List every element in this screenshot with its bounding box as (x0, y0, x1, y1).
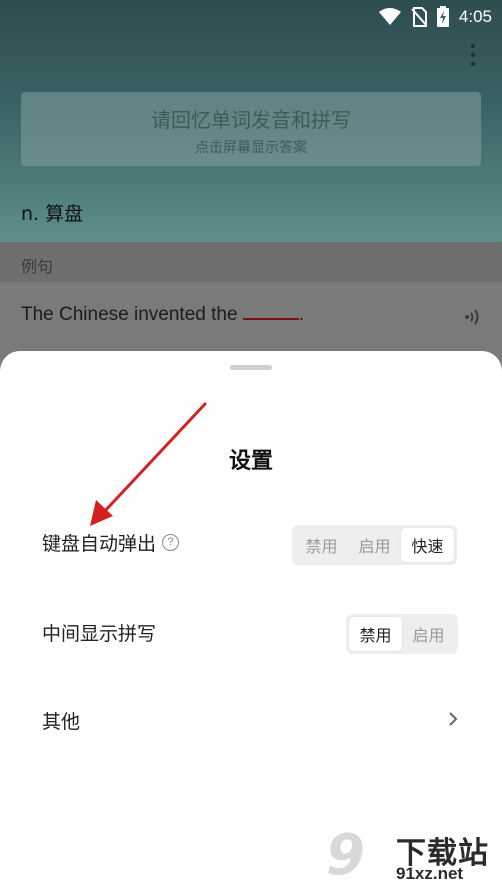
sentence-suffix: . (298, 304, 305, 325)
example-sentence: The Chinese invented the . (21, 304, 304, 326)
other-label: 其他 (42, 711, 81, 733)
sheet-title: 设置 (228, 449, 273, 474)
show-spelling-label: 中间显示拼写 (42, 623, 157, 645)
watermark-logo: 9 下载站 91xz.net (326, 826, 496, 888)
section-label-example: 例句 (21, 257, 54, 276)
setting-label-keyboard-popup: 键盘自动弹出 ? (42, 529, 180, 556)
prompt-subtitle: 点击屏幕显示答案 (195, 140, 307, 156)
help-icon[interactable]: ? (162, 534, 180, 551)
sentence-prefix: The Chinese invented the (21, 304, 238, 325)
more-vert-icon[interactable] (470, 44, 476, 70)
sentence-blank (242, 304, 299, 320)
status-bar: 4:05 (0, 0, 502, 36)
status-time: 4:05 (458, 6, 492, 26)
prompt-title: 请回忆单词发音和拼写 (151, 108, 351, 132)
show-spelling-option-disable[interactable]: 禁用 (349, 617, 402, 651)
watermark-logo-mark: 9 (326, 823, 365, 888)
setting-label-show-spelling: 中间显示拼写 (42, 619, 156, 646)
word-definition: n. 算盘 (21, 203, 84, 225)
show-spelling-option-enable[interactable]: 启用 (402, 617, 455, 651)
speaker-icon[interactable] (464, 308, 480, 326)
keyboard-popup-option-disable[interactable]: 禁用 (295, 528, 348, 562)
keyboard-popup-label: 键盘自动弹出 (42, 533, 157, 555)
keyboard-popup-segmented-control: 禁用 启用 快速 (292, 525, 457, 565)
settings-sheet: 设置 键盘自动弹出 ? 禁用 启用 快速 中间显示拼写 禁用 启用 其他 (0, 351, 502, 892)
recall-prompt-card[interactable]: 请回忆单词发音和拼写 点击屏幕显示答案 (21, 92, 481, 166)
no-sim-icon (411, 6, 427, 27)
chevron-right-icon[interactable] (448, 711, 458, 727)
sheet-drag-handle[interactable] (230, 365, 272, 370)
battery-charging-icon (436, 6, 449, 27)
setting-row-other[interactable]: 其他 (42, 707, 80, 734)
watermark-url: 91xz.net (396, 864, 464, 883)
wifi-icon (378, 7, 401, 25)
show-spelling-segmented-control: 禁用 启用 (346, 614, 458, 654)
keyboard-popup-option-enable[interactable]: 启用 (348, 528, 401, 562)
section-band (0, 242, 502, 282)
keyboard-popup-option-fast[interactable]: 快速 (401, 528, 454, 562)
